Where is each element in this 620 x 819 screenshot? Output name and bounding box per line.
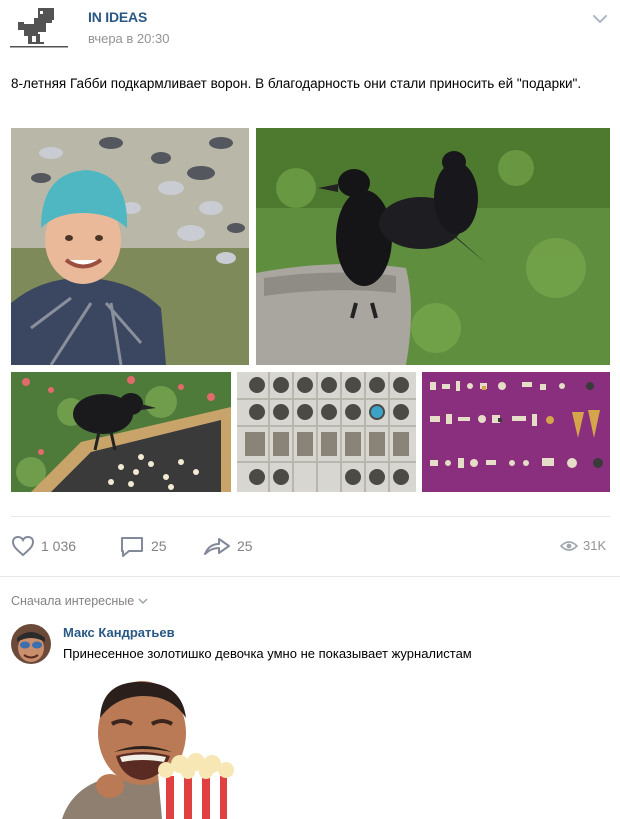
photo-box-of-collected-items[interactable]	[237, 372, 416, 492]
comment-author-avatar[interactable]	[11, 624, 51, 664]
views-count: 31K	[583, 538, 607, 553]
like-button[interactable]: 1 036	[11, 533, 76, 559]
sort-label: Сначала интересные	[11, 594, 135, 608]
divider	[0, 576, 620, 577]
like-count: 1 036	[41, 538, 77, 554]
comment-icon	[121, 537, 143, 557]
group-avatar-dinosaur-icon[interactable]	[10, 6, 68, 50]
comment-author-name[interactable]: Макс Кандратьев	[63, 625, 175, 640]
eye-icon	[560, 540, 578, 551]
views-counter: 31K	[560, 538, 606, 553]
photo-crows-on-stone[interactable]	[256, 128, 610, 365]
chevron-down-icon[interactable]	[591, 13, 609, 25]
divider	[11, 516, 610, 517]
chevron-down-icon	[138, 598, 148, 605]
photo-boy-with-pigeons[interactable]	[11, 128, 249, 365]
post-timestamp[interactable]: вчера в 20:30	[88, 31, 169, 46]
photo-crow-at-feeder[interactable]	[11, 372, 231, 492]
share-arrow-icon	[204, 538, 230, 555]
photo-gifts-on-purple[interactable]	[422, 372, 610, 492]
comment-button[interactable]: 25	[119, 533, 167, 559]
comments-sort-dropdown[interactable]: Сначала интересные	[11, 594, 148, 608]
heart-icon	[11, 535, 35, 557]
post-header: IN IDEAS вчера в 20:30	[0, 0, 620, 60]
share-count: 25	[237, 538, 253, 554]
post-text: 8-летняя Габби подкармливает ворон. В бл…	[11, 76, 582, 91]
comment-text: Принесенное золотишко девочка умно не по…	[63, 646, 472, 661]
group-name-link[interactable]: IN IDEAS	[88, 9, 147, 25]
comment-count: 25	[151, 538, 167, 554]
share-button[interactable]: 25	[203, 533, 253, 559]
laughing-man-popcorn-sticker	[62, 678, 248, 819]
